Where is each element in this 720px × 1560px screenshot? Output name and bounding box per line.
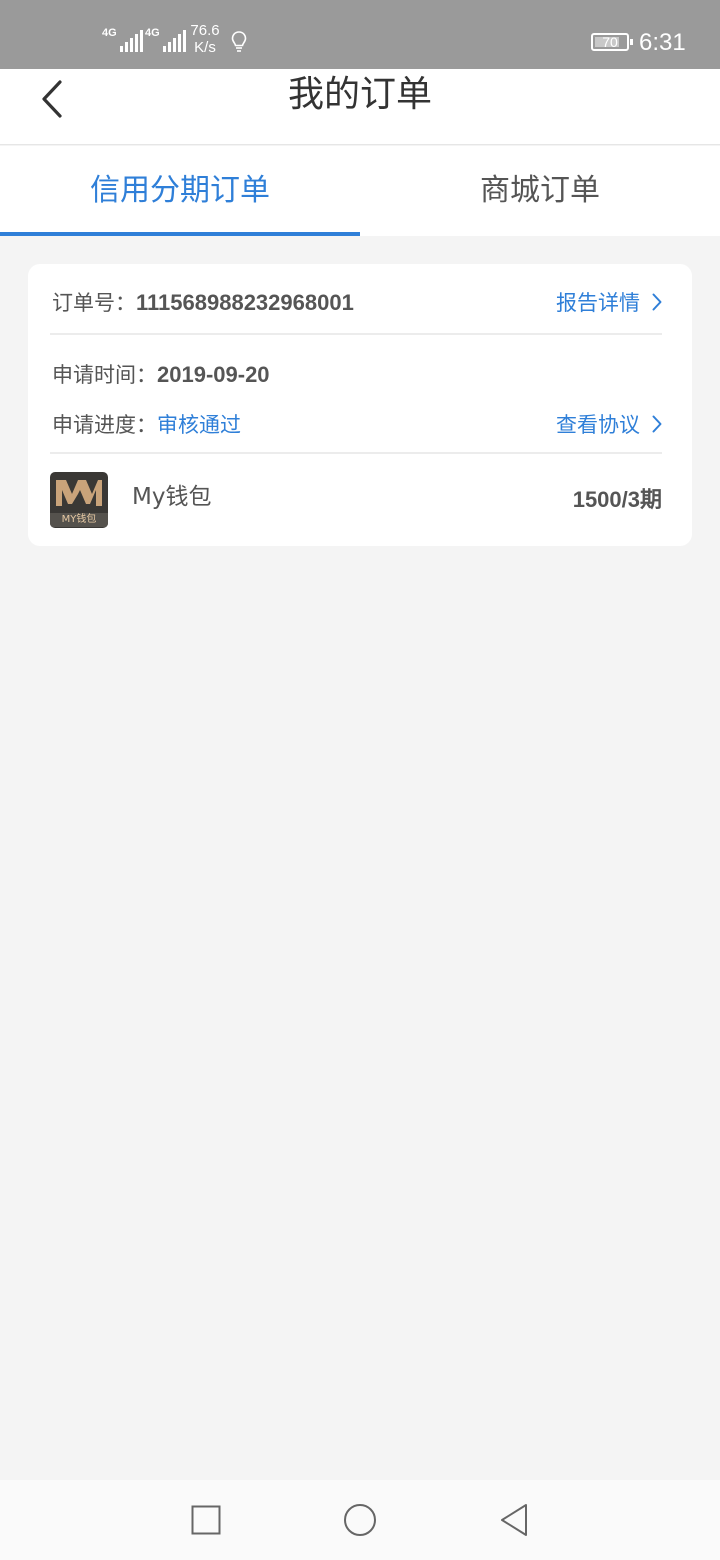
battery-level: 70	[602, 34, 618, 50]
network-speed-unit: K/s	[194, 39, 216, 56]
system-navigation-bar	[0, 1480, 720, 1560]
network-speed-value: 76.6	[190, 22, 220, 39]
product-logo-text: MY钱包	[50, 513, 108, 527]
apply-progress-row: 申请进度：审核通过 查看协议	[52, 408, 662, 440]
my-wallet-logo-icon	[56, 480, 102, 506]
clock: 6:31	[639, 29, 686, 56]
order-number-value: 111568988232968001	[136, 290, 354, 315]
chevron-right-icon	[652, 293, 662, 311]
triangle-back-icon	[501, 1504, 527, 1536]
sim1-signal: 4G	[102, 24, 143, 52]
signal-icon	[162, 30, 186, 52]
report-detail-label: 报告详情	[556, 291, 640, 315]
view-agreement-label: 查看协议	[556, 413, 640, 437]
signal-icon	[119, 30, 143, 52]
report-detail-link[interactable]: 报告详情	[556, 287, 662, 317]
page-title: 我的订单	[287, 74, 432, 115]
circle-icon	[344, 1504, 376, 1536]
order-tabs: 信用分期订单 商城订单	[0, 146, 720, 236]
product-logo: MY钱包	[50, 472, 108, 528]
sim2-signal: 4G	[145, 24, 186, 52]
apply-time-label: 申请时间：	[52, 363, 157, 387]
battery-icon: 70	[591, 33, 633, 51]
product-amount: 1500/3期	[572, 487, 662, 512]
page-header: 我的订单	[0, 69, 720, 145]
view-agreement-link[interactable]: 查看协议	[556, 409, 662, 439]
apply-time-value: 2019-09-20	[157, 362, 270, 387]
product-name: My钱包	[132, 484, 212, 510]
square-icon	[191, 1505, 221, 1535]
status-badge: 审核通过	[157, 413, 241, 437]
apply-progress-label: 申请进度：	[52, 413, 157, 437]
system-back-button[interactable]	[494, 1500, 534, 1540]
recents-button[interactable]	[186, 1500, 226, 1540]
tab-credit-installment-orders[interactable]: 信用分期订单	[0, 146, 360, 236]
apply-time-row: 申请时间：2019-09-20	[52, 358, 662, 390]
order-number-label: 订单号：	[52, 291, 136, 315]
sim2-network-type: 4G	[145, 27, 160, 39]
chevron-right-icon	[652, 415, 662, 433]
network-speed: 76.6 K/s	[188, 22, 222, 56]
home-button[interactable]	[340, 1500, 380, 1540]
order-card: 订单号：111568988232968001 报告详情 申请时间：2019-09…	[28, 264, 692, 546]
status-bar: 4G 4G 76.6 K/s 70 6:31	[0, 0, 720, 69]
bulb-icon	[231, 31, 247, 57]
order-number-row: 订单号：111568988232968001 报告详情	[52, 286, 662, 318]
divider	[50, 333, 662, 335]
divider	[50, 452, 662, 454]
tab-mall-orders[interactable]: 商城订单	[360, 146, 720, 236]
sim1-network-type: 4G	[102, 27, 117, 39]
